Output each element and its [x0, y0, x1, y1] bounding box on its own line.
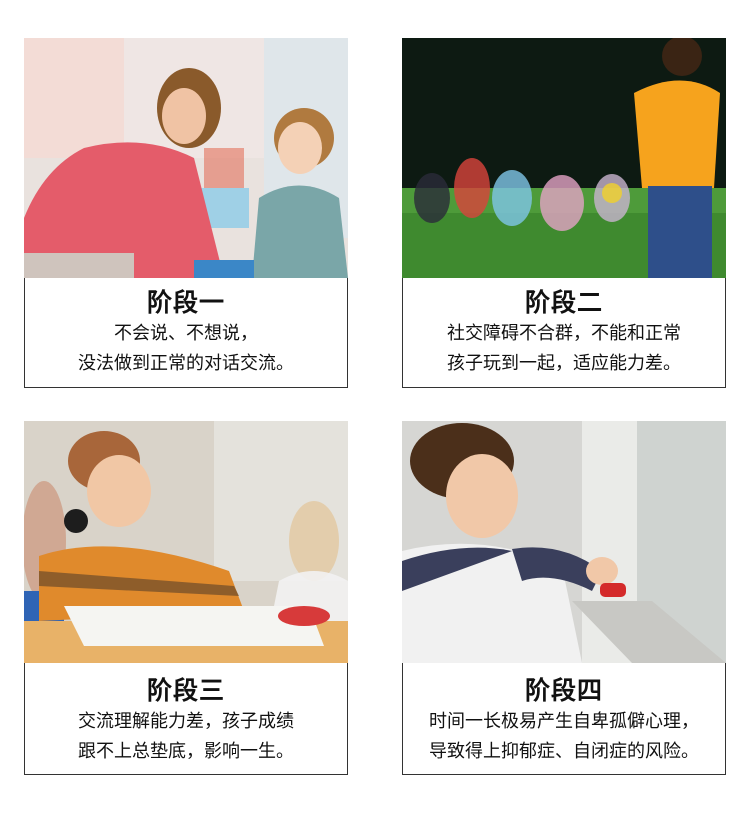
stage-3-title: 阶段三: [146, 676, 225, 705]
stage-3-photo: [24, 421, 348, 663]
stage-3-caption: 阶段三 交流理解能力差，孩子成绩 跟不上总垫底，影响一生。: [24, 663, 348, 775]
stage-4-caption: 阶段四 时间一长极易产生自卑孤僻心理， 导致得上抑郁症、自闭症的风险。: [402, 663, 726, 775]
stage-2-title: 阶段二: [524, 288, 603, 317]
stage-2-line-1: 社交障碍不合群，不能和正常: [447, 323, 681, 344]
stage-4-title: 阶段四: [524, 676, 603, 705]
stage-1-title: 阶段一: [146, 288, 225, 317]
stage-1-line-1: 不会说、不想说，: [114, 323, 258, 344]
stage-4-line-2: 导致得上抑郁症、自闭症的风险。: [429, 741, 699, 762]
stage-3-line-2: 跟不上总垫底，影响一生。: [78, 741, 294, 762]
stage-2-caption: 阶段二 社交障碍不合群，不能和正常 孩子玩到一起，适应能力差。: [402, 278, 726, 388]
stage-3-line-1: 交流理解能力差，孩子成绩: [78, 711, 294, 732]
stage-2-line-2: 孩子玩到一起，适应能力差。: [447, 353, 681, 374]
stage-4-line-1: 时间一长极易产生自卑孤僻心理，: [429, 711, 699, 732]
stage-1-photo: [24, 38, 348, 278]
stage-1-line-2: 没法做到正常的对话交流。: [78, 353, 294, 374]
stage-4-photo: [402, 421, 726, 663]
stage-1-caption: 阶段一 不会说、不想说， 没法做到正常的对话交流。: [24, 278, 348, 388]
stage-2-photo: [402, 38, 726, 278]
